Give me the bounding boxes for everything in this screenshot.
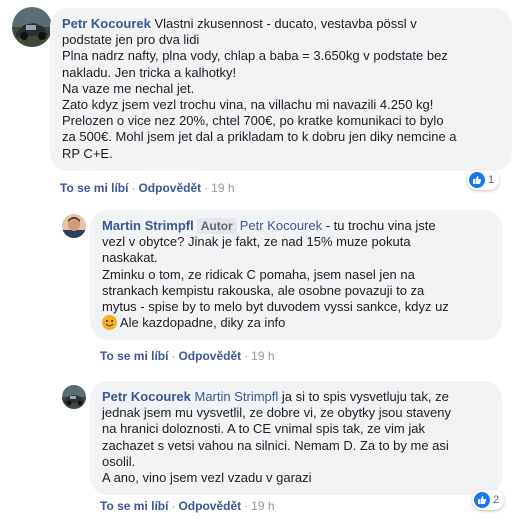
- comment-text: jednak jsem mu vysvetlil, ze dobre vi, z…: [102, 405, 451, 421]
- comment-text: Na vaze me nechal jet.: [62, 80, 195, 96]
- timestamp[interactable]: 19 h: [251, 349, 274, 363]
- comment-bubble: Petr Kocourek Martin Strimpfl ja si to s…: [90, 381, 502, 496]
- comment-text: Vlastni zkusennost - ducato, vestavba pö…: [150, 16, 417, 31]
- comment-text: Prelozen o vice nez 20%, chtel 700€, po …: [62, 113, 444, 129]
- comment-text: naskakat.: [102, 250, 158, 266]
- comment-text: Plna nadrz nafty, plna vody, chlap a bab…: [62, 48, 448, 64]
- avatar[interactable]: [62, 214, 86, 238]
- avatar[interactable]: [62, 385, 86, 409]
- avatar-image-icon: [62, 385, 86, 409]
- comment-2: Martin Strimpfl Autor Petr Kocourek - tu t…: [0, 205, 518, 370]
- comment-text: A ano, vino jsem vezl vzadu v garazi: [102, 470, 312, 486]
- comment-text: Zato kdyz jsem vezl trochu vina, na vill…: [62, 97, 434, 113]
- smile-emoji-icon: [102, 315, 117, 331]
- comment-text: osolil.: [102, 453, 136, 469]
- comment-1: Petr Kocourek Vlastni zkusennost - ducat…: [0, 0, 518, 200]
- comment-actions: To se mi líbí · Odpovědět · 19 h: [100, 499, 275, 513]
- avatar-image-icon: [62, 214, 86, 238]
- like-icon: [474, 492, 490, 508]
- like-link[interactable]: To se mi líbí: [100, 349, 168, 363]
- comment-text: zachazet s vetsi vahou na silnici. Nemam…: [102, 437, 449, 453]
- comment-actions: To se mi líbí · Odpovědět · 19 h: [100, 349, 275, 363]
- like-link[interactable]: To se mi líbí: [60, 181, 128, 195]
- comment-text: vezl v obytce? Jinak je fakt, ze nad 15%…: [102, 234, 411, 250]
- comment-3: Petr Kocourek Martin Strimpfl ja si to s…: [0, 376, 518, 527]
- reply-link[interactable]: Odpovědět: [138, 181, 201, 195]
- comment-text: podstate jen pro dva lidi: [62, 32, 200, 48]
- comment-text: RP C+E.: [62, 145, 113, 161]
- comment-text: mytus - spise by to melo byt duvodem vys…: [102, 299, 449, 315]
- avatar-image-icon: [12, 7, 52, 47]
- comment-text: - tu trochu vina jste: [322, 218, 436, 233]
- mention-link[interactable]: Martin Strimpfl: [195, 389, 279, 404]
- like-link[interactable]: To se mi líbí: [100, 499, 168, 513]
- comment-author[interactable]: Petr Kocourek: [102, 389, 191, 404]
- comment-bubble: Martin Strimpfl Autor Petr Kocourek - tu t…: [90, 210, 502, 341]
- like-icon: [469, 172, 485, 188]
- reaction-count[interactable]: 1: [467, 170, 500, 190]
- comment-bubble: Petr Kocourek Vlastni zkusennost - ducat…: [50, 8, 512, 171]
- comment-text: nakladu. Jen tricka a kalhotky!: [62, 64, 237, 80]
- reaction-count[interactable]: 2: [472, 490, 505, 510]
- comment-text: Ale kazdopadne, diky za info: [117, 315, 286, 331]
- reply-link[interactable]: Odpovědět: [178, 499, 241, 513]
- mention-link[interactable]: Petr Kocourek: [240, 218, 322, 233]
- timestamp[interactable]: 19 h: [211, 181, 234, 195]
- comment-actions: To se mi líbí · Odpovědět · 19 h: [60, 181, 235, 195]
- avatar[interactable]: [12, 7, 52, 47]
- comment-text: na hranici doloznosti. A to CE vnimal sp…: [102, 421, 425, 437]
- timestamp[interactable]: 19 h: [251, 499, 274, 513]
- reaction-number: 1: [488, 174, 495, 186]
- reaction-number: 2: [493, 494, 500, 506]
- comment-text: strankach kempistu rakouska, ale osobne …: [102, 282, 425, 298]
- comment-text: ja si to spis vysvetluju tak, ze: [278, 389, 449, 404]
- comment-author[interactable]: Martin Strimpfl: [102, 218, 194, 233]
- comment-text: Zminku o tom, ze ridicak C pomaha, jsem …: [102, 266, 415, 282]
- comment-author[interactable]: Petr Kocourek: [62, 16, 151, 31]
- reply-link[interactable]: Odpovědět: [178, 349, 241, 363]
- comment-text: za 500€. Mohl jsem jet dal a prikladam t…: [62, 129, 457, 145]
- author-badge: Autor: [196, 218, 237, 235]
